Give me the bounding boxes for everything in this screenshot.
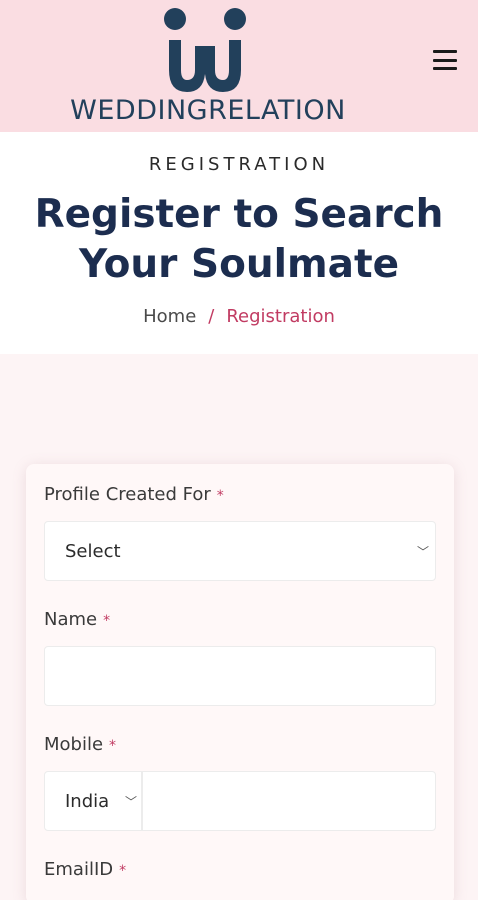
menu-bar [433, 50, 457, 53]
chevron-down-icon: ﹀ [417, 545, 430, 559]
menu-bar [433, 67, 457, 70]
breadcrumb: Home / Registration [0, 306, 478, 327]
page-title: Register to Search Your Soulmate [34, 192, 444, 287]
profile-created-for-value: Select [65, 541, 121, 562]
profile-created-for-label: Profile Created For * [44, 484, 224, 505]
page-eyebrow: REGISTRATION [148, 154, 330, 175]
name-field[interactable] [44, 646, 436, 706]
required-marker: * [109, 738, 117, 754]
site-logo[interactable]: WEDDINGRELATION [58, 6, 358, 126]
breadcrumb-current: Registration [226, 306, 335, 327]
hamburger-menu-icon[interactable] [431, 48, 459, 72]
menu-bar [433, 58, 457, 62]
name-input[interactable] [45, 647, 435, 705]
breadcrumb-home-link[interactable]: Home [143, 306, 196, 327]
email-label: EmailID * [44, 859, 127, 880]
profile-created-for-select[interactable]: Select ﹀ [44, 521, 436, 581]
name-label: Name * [44, 609, 111, 630]
registration-form: Profile Created For * Select ﹀ Name * Mobi… [26, 464, 454, 900]
mobile-field[interactable] [142, 771, 436, 831]
breadcrumb-separator: / [208, 306, 215, 327]
required-marker: * [103, 613, 111, 629]
country-code-select[interactable]: India ﹀ [44, 771, 142, 831]
mobile-input[interactable] [143, 772, 435, 830]
logo-wordmark: WEDDINGRELATION [70, 95, 346, 126]
site-header: WEDDINGRELATION [0, 0, 478, 132]
page-hero: REGISTRATION Register to Search Your Sou… [0, 132, 478, 354]
required-marker: * [119, 863, 127, 879]
chevron-down-icon: ﹀ [125, 795, 138, 809]
country-code-value: India [65, 791, 110, 812]
registration-section: Profile Created For * Select ﹀ Name * Mobi… [0, 354, 478, 900]
logo-mark-icon [164, 8, 246, 92]
required-marker: * [216, 488, 224, 504]
mobile-label: Mobile * [44, 734, 117, 755]
